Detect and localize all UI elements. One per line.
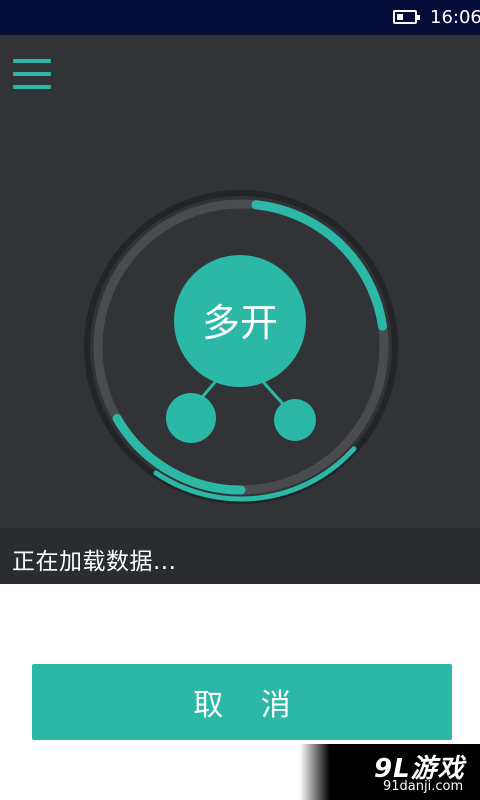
status-bar: 16:06 [0, 0, 480, 35]
clone-circle-right [274, 399, 316, 441]
status-clock: 16:06 [430, 7, 480, 28]
loading-status-text: 正在加载数据... [12, 549, 177, 575]
logo-label: 多开 [202, 301, 278, 345]
watermark-url: 91danji.com [383, 779, 464, 794]
cancel-button[interactable]: 取 消 [32, 664, 452, 740]
clone-circle-left [166, 393, 216, 443]
multi-open-visual: 多开 [84, 190, 398, 504]
loading-panel: 多开 [0, 35, 480, 528]
battery-icon [393, 10, 420, 24]
loading-status-strip: 正在加载数据... [0, 528, 480, 584]
